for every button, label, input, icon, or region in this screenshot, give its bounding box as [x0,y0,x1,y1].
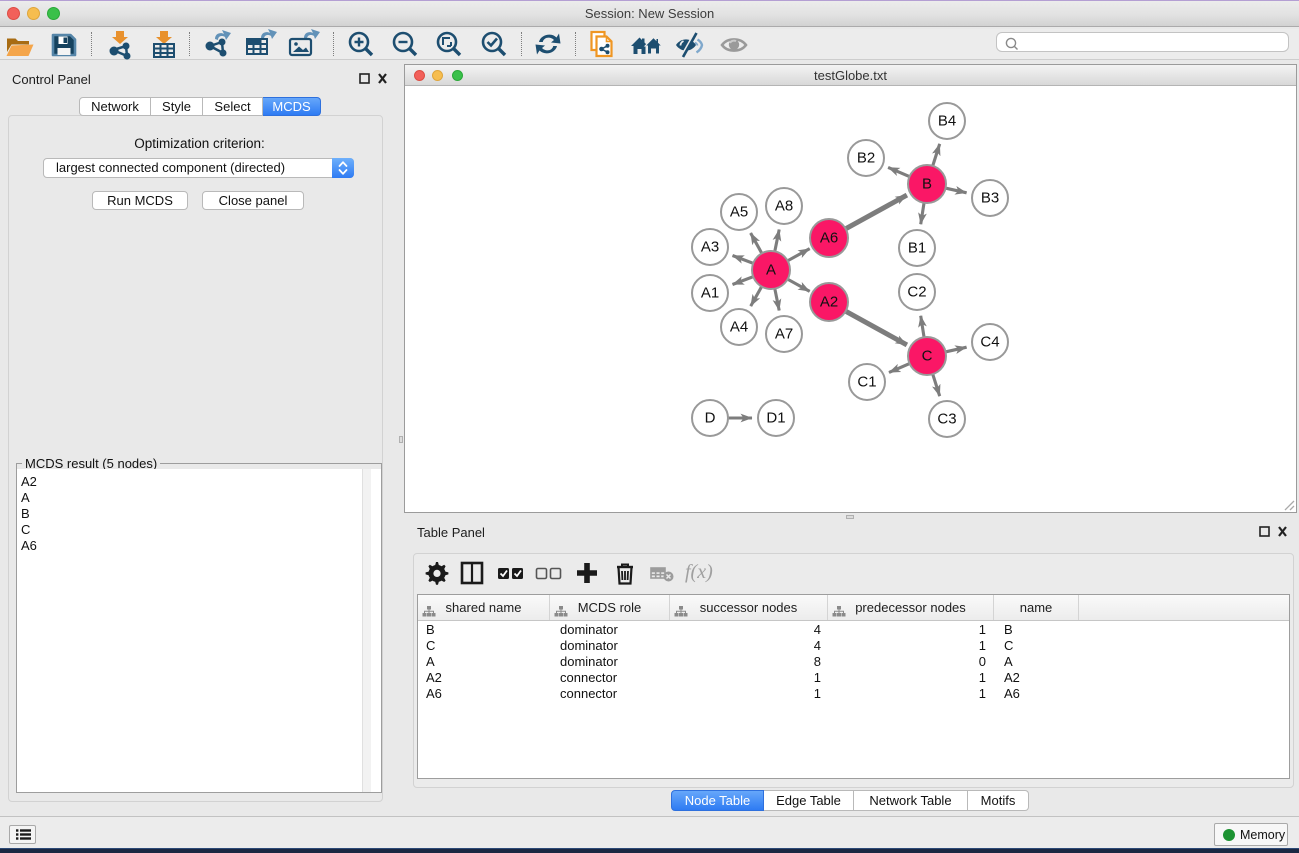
svg-text:C3: C3 [937,411,956,428]
svg-text:B1: B1 [908,240,926,257]
svg-text:D: D [705,410,716,427]
svg-text:A8: A8 [775,198,793,215]
svg-text:A4: A4 [730,319,748,336]
svg-text:C1: C1 [857,374,876,391]
svg-text:A5: A5 [730,204,748,221]
svg-text:B: B [922,176,932,193]
svg-text:A3: A3 [701,239,719,256]
svg-text:A6: A6 [820,230,838,247]
svg-text:C: C [922,348,933,365]
svg-text:A7: A7 [775,326,793,343]
svg-text:A2: A2 [820,294,838,311]
svg-text:C2: C2 [907,284,926,301]
svg-text:B3: B3 [981,190,999,207]
svg-text:A1: A1 [701,285,719,302]
svg-text:A: A [766,262,776,279]
svg-text:C4: C4 [980,334,999,351]
svg-text:B4: B4 [938,113,956,130]
svg-text:D1: D1 [766,410,785,427]
svg-text:B2: B2 [857,150,875,167]
